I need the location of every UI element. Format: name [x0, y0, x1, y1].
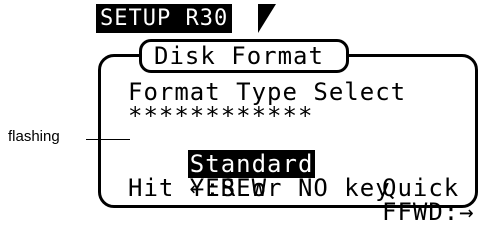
- menu-title: Disk Format: [139, 39, 349, 73]
- ffwd-hint: FFWD:→: [382, 198, 475, 226]
- confirm-prompt: Hit YES or NO key: [128, 174, 391, 202]
- header-tab-corner: [258, 4, 276, 33]
- lcd-screen: SETUP R30 Disk Format Format Type Select…: [90, 0, 489, 224]
- format-type-heading: Format Type Select: [128, 78, 407, 106]
- setup-header: SETUP R30: [96, 4, 233, 33]
- asterisk-divider: ************: [128, 102, 314, 130]
- option-quick[interactable]: Quick: [382, 176, 459, 200]
- annotation-label: flashing: [8, 128, 60, 145]
